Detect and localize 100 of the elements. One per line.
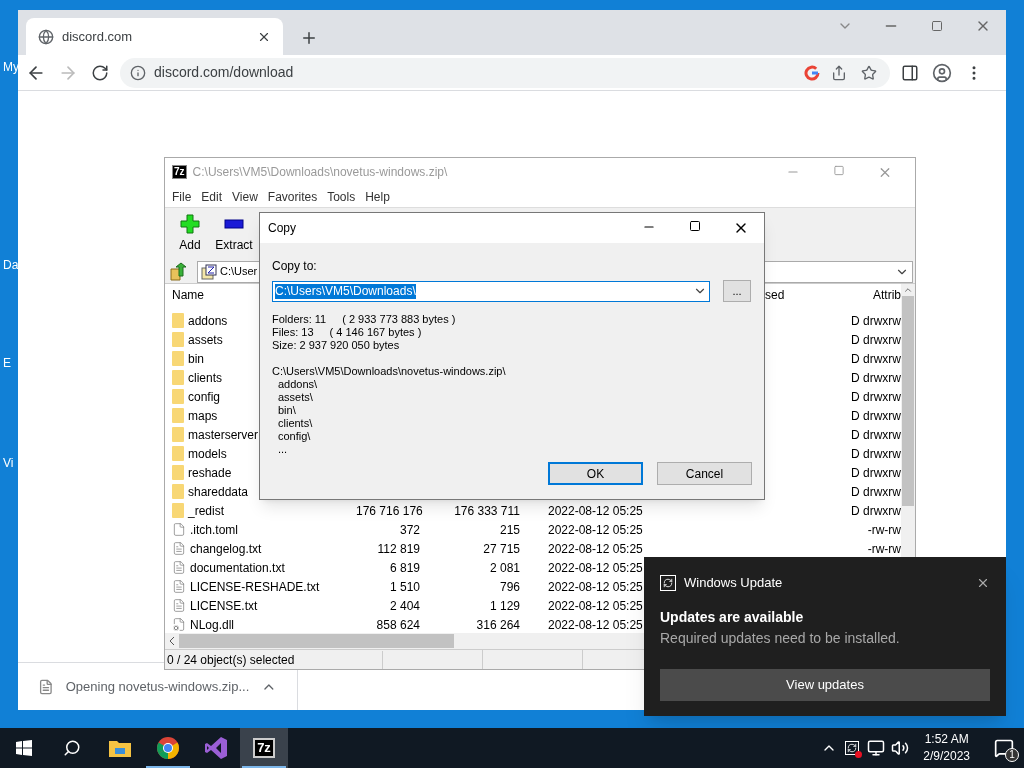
window-title: C:\Users\VM5\Downloads\novetus-windows.zip\ [192, 164, 448, 181]
network-icon[interactable] [867, 739, 886, 757]
text-file-icon [172, 541, 186, 556]
file-name[interactable]: addons [188, 311, 228, 330]
table-cell-text: 27 715 [482, 540, 520, 558]
menu-item[interactable]: Edit [196, 187, 228, 206]
file-name[interactable]: models [188, 444, 227, 463]
file-name[interactable]: .itch.toml [190, 520, 238, 539]
folder-icon [172, 465, 184, 480]
folder-entry: clients\ [277, 417, 314, 430]
desktop-icon-label: Vi [3, 455, 14, 472]
table-cell-text: 176 716 176 [356, 502, 420, 520]
notification-title: Updates are available [660, 607, 805, 627]
toolbar-button[interactable]: Extract [213, 214, 255, 254]
action-center-button[interactable]: 1 [984, 728, 1024, 768]
file-name[interactable]: documentation.txt [190, 558, 285, 577]
profile-icon[interactable] [930, 62, 954, 83]
file-name[interactable]: _redist [188, 501, 225, 520]
table-cell-text: 6 819 [388, 559, 420, 577]
table-cell-text: D drwxrw [850, 388, 901, 406]
globe-icon [38, 28, 54, 45]
summary-label: Files: 13 [272, 326, 314, 339]
taskbar-app[interactable]: 7z [240, 728, 288, 768]
table-cell-text: 858 624 [375, 616, 420, 634]
toolbar-button[interactable]: Add [169, 214, 211, 254]
table-cell-text: 316 264 [475, 616, 520, 634]
destination-combobox[interactable]: C:\Users\VM5\Downloads\ [272, 280, 710, 302]
file-name[interactable]: LICENSE-RESHADE.txt [190, 577, 320, 596]
update-tray-icon[interactable] [843, 739, 862, 757]
search-icon [63, 739, 81, 757]
folder-icon [172, 389, 184, 404]
table-cell-text: 2022-08-12 05:25 [548, 578, 644, 596]
download-item[interactable]: Opening novetus-windows.zip... [65, 676, 250, 697]
file-name[interactable]: NLog.dll [190, 615, 235, 634]
minus-icon [224, 219, 244, 229]
table-cell-text: D drwxrw [850, 331, 901, 349]
folder-icon [172, 446, 184, 461]
column-header[interactable]: Attrib [839, 286, 901, 304]
field-label: Copy to: [272, 258, 318, 275]
archive-path: C:\Users\VM5\Downloads\novetus-windows.zip\ [272, 365, 507, 378]
table-cell-text: D drwxrw [850, 369, 901, 387]
browser-tab[interactable]: discord.com [26, 18, 283, 55]
menu-item[interactable]: Tools [322, 187, 361, 206]
table-cell-text: -rw-rw [866, 540, 901, 558]
file-name[interactable]: reshade [188, 463, 232, 482]
address-bar[interactable]: discord.com/download [120, 57, 890, 88]
notification-count: 1 [1005, 748, 1019, 762]
menu-item[interactable]: Help [360, 187, 395, 206]
table-cell-text: 176 333 711 [453, 502, 520, 520]
file-name[interactable]: maps [188, 406, 218, 425]
folder-icon [172, 370, 184, 385]
folder-icon [172, 484, 184, 499]
infinity-icon [204, 736, 228, 760]
gear-file-icon [172, 617, 186, 632]
table-cell-text: 2022-08-12 05:25 [548, 521, 644, 539]
text-file-icon [172, 598, 186, 613]
folder-icon [172, 427, 184, 442]
volume-icon[interactable] [891, 739, 910, 757]
text-file-icon [172, 560, 186, 575]
update-icon [660, 574, 676, 591]
folder-icon [108, 738, 132, 758]
table-cell-text: 2022-08-12 05:25 [548, 616, 644, 634]
table-cell-text: D drwxrw [850, 483, 901, 501]
dialog-button[interactable]: Cancel [657, 462, 752, 485]
dialog-title: Copy [268, 220, 296, 237]
clock[interactable]: 1:52 AM 2/9/2023 [915, 731, 978, 765]
notification-body: Required updates need to be installed. [660, 628, 901, 648]
archive-icon [201, 263, 217, 280]
status-text: 0 / 24 object(s) selected [165, 650, 383, 669]
tab-title: discord.com [62, 27, 134, 46]
dialog-button[interactable]: OK [548, 462, 643, 485]
table-cell-text: 796 [498, 578, 520, 596]
folder-entry: config\ [277, 430, 312, 443]
windows-icon [16, 740, 32, 756]
file-name[interactable]: changelog.txt [190, 539, 262, 558]
table-cell-text: 1 510 [388, 578, 420, 596]
table-cell-text: 2022-08-12 05:25 [548, 597, 644, 615]
file-name[interactable]: shareddata [188, 482, 249, 501]
text-file-icon [172, 579, 186, 594]
table-cell-text: D drwxrw [850, 445, 901, 463]
file-name[interactable]: masterserver [188, 425, 258, 444]
summary-detail: ( 2 933 773 883 bytes ) [342, 313, 456, 326]
file-name[interactable]: config [188, 387, 221, 406]
desktop-icon-label: My [3, 59, 19, 76]
file-name[interactable]: assets [188, 330, 223, 349]
file-name[interactable]: bin [188, 349, 204, 368]
file-name[interactable]: clients [188, 368, 222, 387]
table-cell-text: -rw-rw [866, 521, 901, 539]
folder-entry: assets\ [277, 391, 314, 404]
plus-icon [180, 214, 200, 234]
menu-item[interactable]: Favorites [262, 187, 323, 206]
view-updates-button[interactable]: View updates [660, 668, 990, 701]
table-cell-text: D drwxrw [850, 312, 901, 330]
menu-item[interactable]: File [167, 187, 197, 206]
browse-button[interactable]: ... [723, 280, 751, 302]
scrollbar-thumb[interactable] [179, 634, 454, 648]
menu-item[interactable]: View [227, 187, 263, 206]
table-cell-text: 372 [398, 521, 420, 539]
summary-detail: ( 4 146 167 bytes ) [329, 326, 422, 339]
file-name[interactable]: LICENSE.txt [190, 596, 258, 615]
